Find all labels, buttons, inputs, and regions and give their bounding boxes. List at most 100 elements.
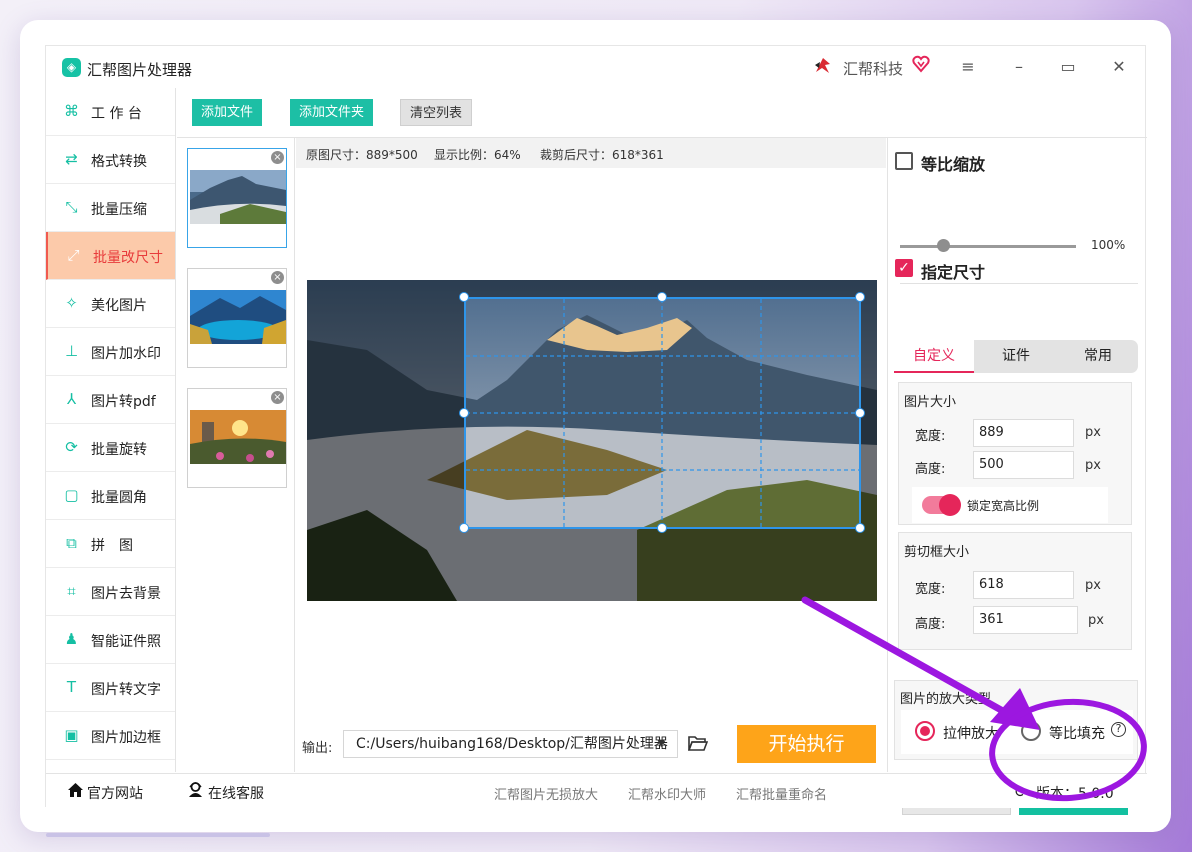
sidebar-item-label: 批量改尺寸 bbox=[93, 250, 163, 266]
remove-icon[interactable]: × bbox=[271, 391, 284, 404]
start-button[interactable]: 开始执行 bbox=[737, 725, 876, 763]
folder-icon[interactable] bbox=[688, 734, 708, 752]
output-path-select[interactable]: C:/Users/huibang168/Desktop/汇帮图片处理器 ▼ bbox=[343, 730, 678, 758]
close-button[interactable]: ✕ bbox=[1106, 54, 1132, 80]
sidebar-item-id-photo[interactable]: ♟ 智能证件照 bbox=[46, 616, 175, 664]
enlarge-type-group: 图片的放大类型 拉伸放大 等比填充 ? bbox=[894, 680, 1138, 760]
sidebar-item-add-border[interactable]: ▣ 图片加边框 bbox=[46, 712, 175, 760]
crop-handle[interactable] bbox=[459, 408, 469, 418]
crop-handle[interactable] bbox=[855, 523, 865, 533]
lock-ratio-row: 锁定宽高比例 bbox=[912, 487, 1108, 523]
sidebar-item-watermark[interactable]: ⊥ 图片加水印 bbox=[46, 328, 175, 376]
sidebar-item-compress[interactable]: ⤡ 批量压缩 bbox=[46, 184, 175, 232]
minimize-button[interactable]: – bbox=[1006, 54, 1032, 80]
sidebar-item-beautify[interactable]: ✧ 美化图片 bbox=[46, 280, 175, 328]
add-file-button[interactable]: 添加文件 bbox=[192, 99, 263, 126]
sidebar-item-label: 拼 图 bbox=[91, 538, 133, 554]
footer-link-rename[interactable]: 汇帮批量重命名 bbox=[736, 784, 827, 803]
chevron-down-icon[interactable]: ▼ bbox=[657, 731, 665, 757]
proportional-label: 等比缩放 bbox=[921, 155, 986, 174]
sidebar-item-to-pdf[interactable]: ⅄ 图片转pdf bbox=[46, 376, 175, 424]
app-logo-icon: ◈ bbox=[62, 58, 81, 77]
brand-heart-icon[interactable] bbox=[912, 55, 930, 73]
tab-common[interactable]: 常用 bbox=[1058, 340, 1138, 373]
add-folder-button[interactable]: 添加文件夹 bbox=[290, 99, 374, 126]
compress-icon: ⤡ bbox=[65, 198, 78, 216]
sidebar-item-remove-background[interactable]: ⌗ 图片去背景 bbox=[46, 568, 175, 616]
crop-handle[interactable] bbox=[855, 292, 865, 302]
crop-width-input[interactable]: 618 bbox=[973, 571, 1074, 599]
help-icon[interactable]: ? bbox=[1111, 722, 1126, 737]
thumbnail-image bbox=[190, 170, 286, 224]
crop-height-input[interactable]: 361 bbox=[973, 606, 1078, 634]
scale-slider-track[interactable] bbox=[900, 245, 1076, 248]
width-label: 宽度: bbox=[915, 582, 946, 597]
crop-handle[interactable] bbox=[657, 523, 667, 533]
version-label: 版本：5.0.0 bbox=[1036, 786, 1114, 802]
remove-icon[interactable]: × bbox=[271, 151, 284, 164]
height-label: 高度: bbox=[915, 462, 946, 477]
image-width-input[interactable]: 889 bbox=[973, 419, 1074, 447]
footer-link-upscale[interactable]: 汇帮图片无损放大 bbox=[494, 784, 598, 803]
pdf-icon: ⅄ bbox=[66, 390, 77, 408]
sidebar-item-label: 批量压缩 bbox=[91, 202, 147, 218]
customer-service-icon[interactable] bbox=[187, 781, 204, 798]
divider bbox=[900, 283, 1138, 284]
sidebar-item-format-convert[interactable]: ⇄ 格式转换 bbox=[46, 136, 175, 184]
specified-size-checkbox[interactable]: ✓ bbox=[895, 259, 913, 277]
size-tabs: 自定义 证件 常用 bbox=[894, 340, 1138, 373]
width-label: 宽度: bbox=[915, 429, 946, 444]
online-service-link[interactable]: 在线客服 bbox=[208, 783, 264, 803]
text-icon: T bbox=[66, 678, 77, 696]
lock-ratio-toggle[interactable] bbox=[922, 494, 961, 516]
rotate-icon: ⟳ bbox=[65, 438, 78, 456]
sidebar-item-label: 工 作 台 bbox=[91, 106, 142, 122]
official-website-link[interactable]: 官方网站 bbox=[87, 783, 143, 803]
brand-name: 汇帮科技 bbox=[843, 60, 904, 78]
image-info-bar: 原图尺寸：889*500 显示比例：64% 裁剪后尺寸：618*361 bbox=[296, 138, 886, 168]
maximize-button[interactable]: ▭ bbox=[1055, 54, 1081, 80]
crop-size-title: 剪切框大小 bbox=[904, 545, 970, 560]
thumbnail-item[interactable]: × bbox=[187, 388, 287, 488]
fill-radio[interactable] bbox=[1021, 721, 1041, 741]
menu-icon[interactable]: ≡ bbox=[955, 54, 981, 80]
sidebar-item-label: 美化图片 bbox=[91, 298, 147, 314]
crop-grid bbox=[466, 299, 859, 527]
sidebar-item-resize[interactable]: ⤢ 批量改尺寸 bbox=[46, 232, 175, 280]
stretch-radio[interactable] bbox=[915, 721, 935, 741]
refresh-icon[interactable]: ⟳ bbox=[1015, 783, 1028, 801]
scale-slider-handle[interactable] bbox=[937, 239, 950, 252]
unit-label: px bbox=[1085, 578, 1101, 593]
lock-ratio-label: 锁定宽高比例 bbox=[967, 499, 1040, 513]
remove-icon[interactable]: × bbox=[271, 271, 284, 284]
proportional-checkbox[interactable] bbox=[895, 152, 913, 170]
crop-handle[interactable] bbox=[459, 292, 469, 302]
cropped-size: 裁剪后尺寸：618*361 bbox=[540, 148, 664, 162]
sidebar-item-puzzle[interactable]: ⧉ 拼 图 bbox=[46, 520, 175, 568]
sidebar-item-rotate[interactable]: ⟳ 批量旋转 bbox=[46, 424, 175, 472]
crop-handle[interactable] bbox=[657, 292, 667, 302]
tab-custom[interactable]: 自定义 bbox=[894, 340, 974, 373]
thumbnail-item[interactable]: × bbox=[187, 148, 287, 248]
clear-list-button[interactable]: 清空列表 bbox=[400, 99, 473, 126]
sidebar-item-workbench[interactable]: ⌘ 工 作 台 bbox=[46, 88, 175, 136]
thumbnail-list[interactable]: × × × bbox=[177, 138, 295, 772]
footer-link-watermark[interactable]: 汇帮水印大师 bbox=[628, 784, 706, 803]
crop-size-group: 剪切框大小 宽度: 618 px 高度: 361 px bbox=[898, 532, 1132, 650]
crop-box[interactable] bbox=[464, 297, 861, 529]
crop-handle[interactable] bbox=[459, 523, 469, 533]
sidebar-item-label: 图片加水印 bbox=[91, 346, 161, 362]
sidebar-item-to-text[interactable]: T 图片转文字 bbox=[46, 664, 175, 712]
sidebar-item-label: 批量圆角 bbox=[91, 490, 147, 506]
sidebar-item-round-corner[interactable]: ▢ 批量圆角 bbox=[46, 472, 175, 520]
crop-handle[interactable] bbox=[855, 408, 865, 418]
home-icon[interactable] bbox=[67, 782, 84, 798]
tab-id-photo[interactable]: 证件 bbox=[976, 340, 1056, 373]
thumbnail-image bbox=[190, 410, 286, 464]
scale-value: 100% bbox=[1091, 238, 1126, 252]
id-photo-icon: ♟ bbox=[64, 630, 79, 648]
image-preview[interactable] bbox=[307, 280, 877, 601]
thumbnail-item[interactable]: × bbox=[187, 268, 287, 368]
image-height-input[interactable]: 500 bbox=[973, 451, 1074, 479]
original-size: 原图尺寸：889*500 bbox=[306, 148, 418, 162]
